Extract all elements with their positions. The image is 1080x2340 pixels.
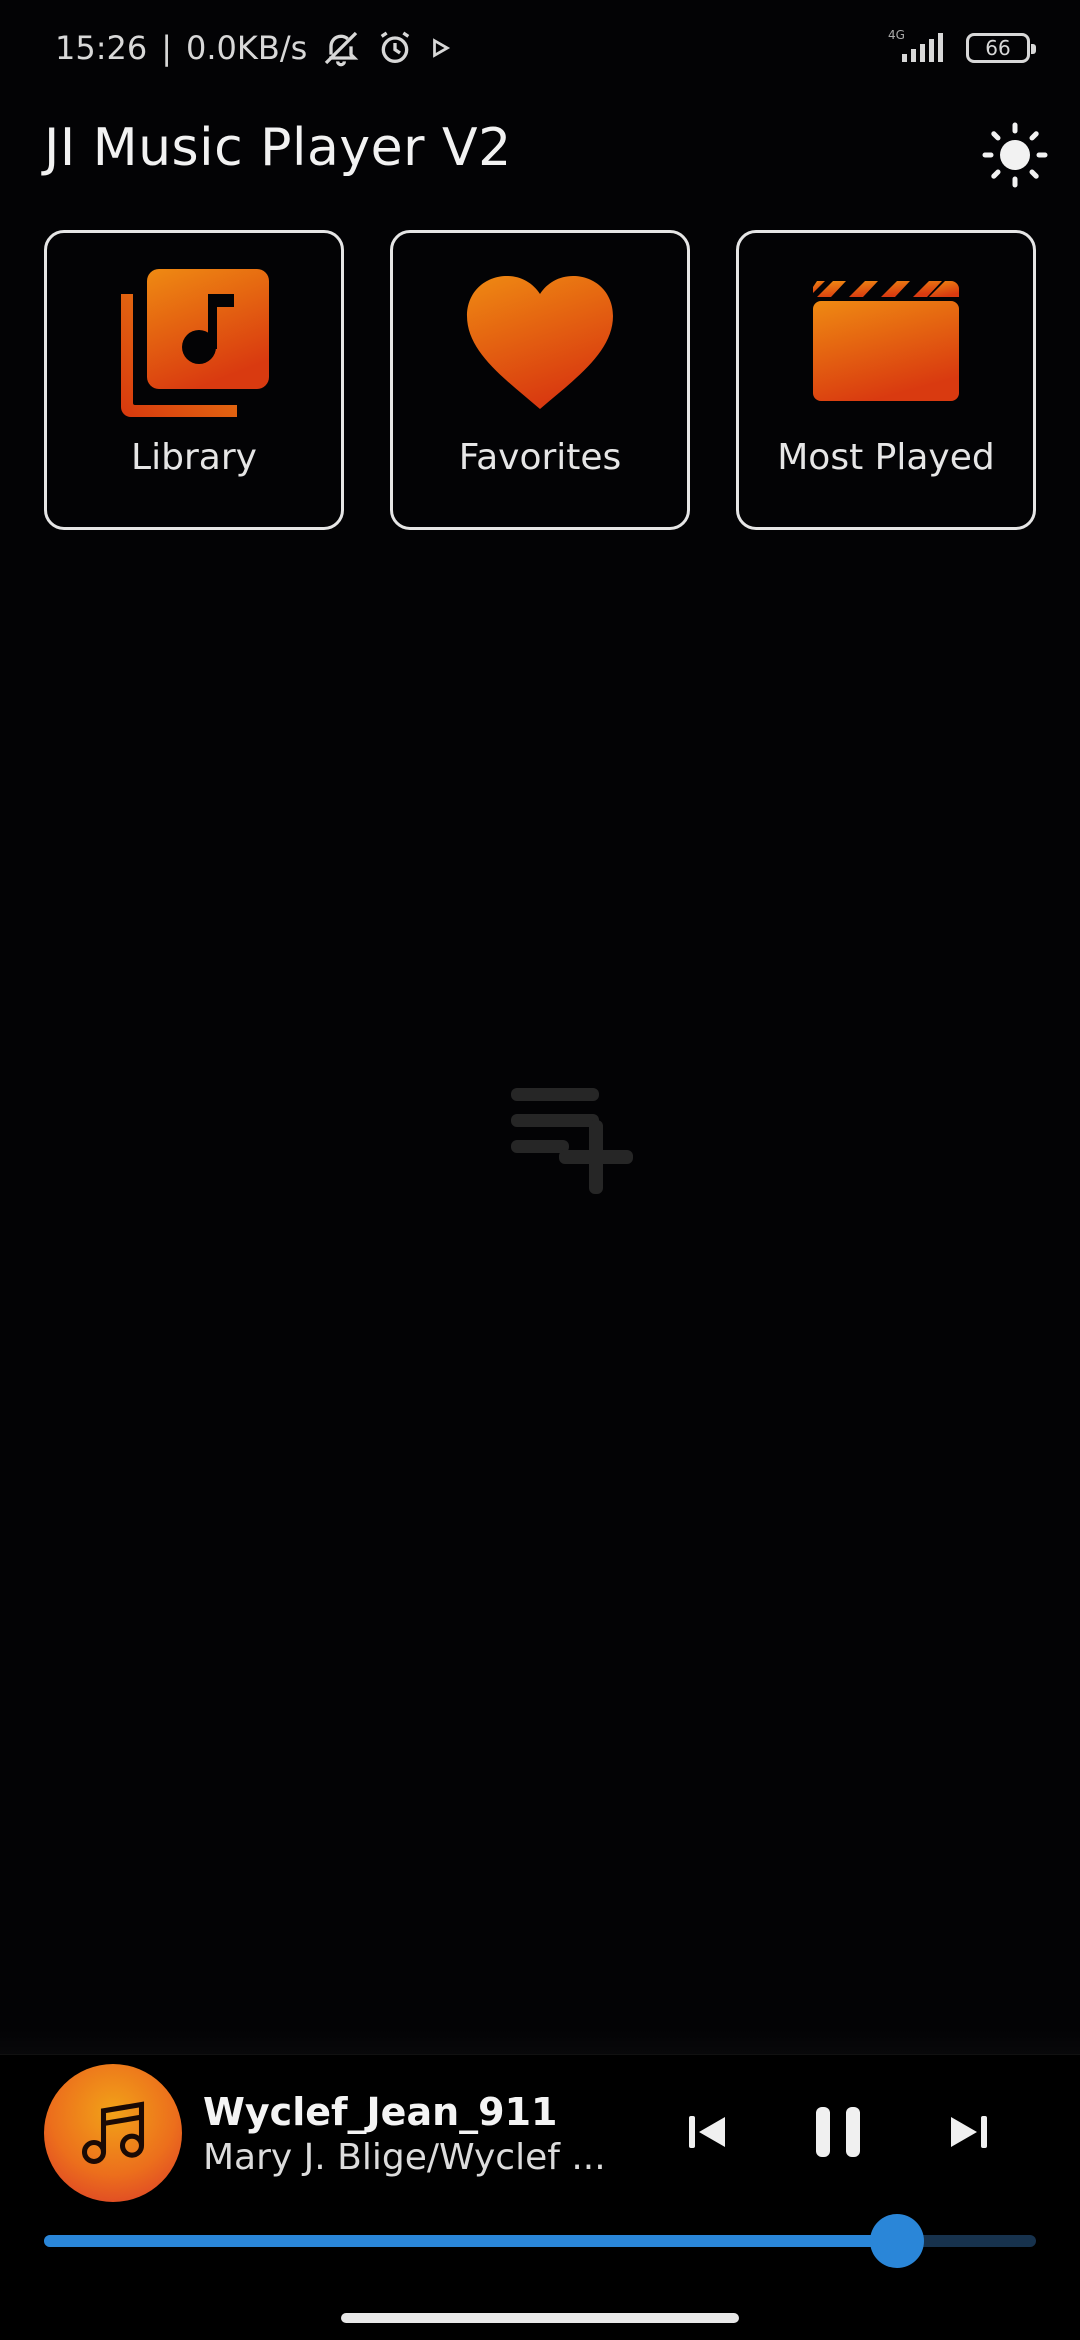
- theme-toggle-button[interactable]: [982, 122, 1048, 188]
- status-bar: 15:26 | 0.0KB/s 4G 66: [0, 0, 1080, 96]
- skip-previous-icon: [689, 2116, 725, 2148]
- tile-library-label: Library: [131, 437, 257, 478]
- battery-icon: 66: [966, 33, 1036, 63]
- progress-fill: [44, 2235, 898, 2247]
- status-time: 15:26: [55, 29, 148, 67]
- pause-button[interactable]: [808, 2100, 868, 2164]
- tile-favorites[interactable]: Favorites: [390, 230, 690, 530]
- pause-icon: [816, 2107, 860, 2157]
- playlist-add-icon[interactable]: [505, 1080, 660, 1195]
- clapperboard-icon: [806, 269, 966, 419]
- song-artist[interactable]: Mary J. Blige/Wyclef ...: [203, 2137, 613, 2178]
- previous-button[interactable]: [682, 2100, 732, 2164]
- progress-slider[interactable]: [44, 2214, 1036, 2268]
- tile-library[interactable]: Library: [44, 230, 344, 530]
- battery-level: 66: [985, 36, 1011, 60]
- screen: 15:26 | 0.0KB/s 4G 66 JI Music Player V2…: [0, 0, 1080, 2340]
- library-music-icon: [114, 269, 274, 419]
- song-title[interactable]: Wyclef_Jean_911: [203, 2090, 557, 2134]
- network-speed: 0.0KB/s: [186, 29, 308, 67]
- progress-thumb[interactable]: [870, 2214, 925, 2268]
- signal-icon: 4G: [880, 28, 950, 68]
- next-button[interactable]: [944, 2100, 994, 2164]
- heart-icon: [460, 269, 620, 419]
- tile-favorites-label: Favorites: [458, 437, 622, 478]
- album-art[interactable]: [44, 2064, 182, 2202]
- home-indicator[interactable]: [341, 2313, 739, 2323]
- alarm-icon: [375, 28, 415, 68]
- music-note-icon: [81, 2101, 145, 2165]
- app-title: JI Music Player V2: [44, 118, 512, 178]
- network-type: 4G: [888, 28, 905, 42]
- bell-off-icon: [321, 28, 361, 68]
- player-shadow: [0, 2030, 1080, 2054]
- status-left: 15:26 | 0.0KB/s: [55, 28, 451, 68]
- sun-icon: [982, 122, 1048, 188]
- play-indicator-icon: [429, 37, 451, 59]
- status-divider: |: [161, 29, 172, 67]
- skip-next-icon: [951, 2116, 987, 2148]
- status-right: 4G 66: [880, 28, 1036, 68]
- tile-most-played-label: Most Played: [777, 437, 995, 478]
- tile-most-played[interactable]: Most Played: [736, 230, 1036, 530]
